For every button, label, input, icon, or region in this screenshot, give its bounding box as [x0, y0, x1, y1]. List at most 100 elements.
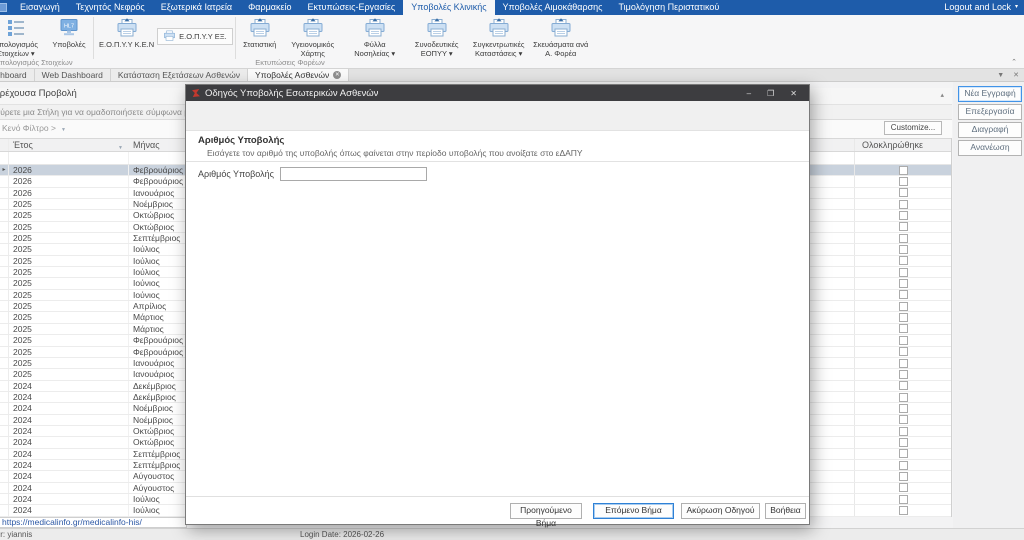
minimize-icon[interactable]: – [747, 89, 751, 98]
cell-completed [855, 301, 951, 311]
menu-item[interactable]: Εισαγωγή [12, 0, 68, 15]
completed-checkbox[interactable] [898, 267, 908, 277]
completed-checkbox[interactable] [898, 188, 908, 198]
row-indicator [0, 369, 9, 380]
cell-year: 2025 [9, 369, 129, 380]
menu-item[interactable]: Υποβολές Κλινικής [403, 0, 495, 15]
tab-list-dropdown-icon[interactable]: ▼ [997, 72, 1004, 79]
row-indicator [0, 414, 9, 425]
panel-collapse-icon[interactable]: ▴ [940, 91, 944, 99]
completed-checkbox[interactable] [898, 324, 908, 334]
cell-year: 2025 [9, 233, 129, 244]
cell-year: 2024 [9, 425, 129, 437]
tab[interactable]: Dashboard [0, 69, 35, 81]
completed-checkbox[interactable] [898, 177, 908, 187]
completed-checkbox[interactable] [898, 313, 908, 323]
completed-checkbox[interactable] [898, 256, 908, 266]
logout-caret-icon[interactable]: ▾ [1015, 0, 1024, 15]
completed-checkbox[interactable] [898, 449, 908, 459]
logout-and-lock-button[interactable]: Logout and Lock [936, 0, 1015, 15]
tab-close-icon[interactable]: ✕ [333, 71, 342, 79]
ribbon-button[interactable]: Σκευάσματα ανά Α. Φορέα [530, 15, 592, 58]
link-url[interactable]: https://medicalinfo.gr/medicalinfo-his/ [2, 518, 142, 527]
ribbon-button[interactable]: Ε.Ο.Π.Υ.Υ ΕΞ. [157, 28, 233, 45]
ribbon-button[interactable]: Υγειονομικός Χάρτης [282, 15, 344, 58]
side-button[interactable]: Επεξεργασία [958, 104, 1022, 120]
cell-year: 2025 [9, 210, 129, 221]
ribbon-button[interactable]: Φύλλα Νοσηλείας ▾ [344, 15, 406, 58]
tab[interactable]: Κατάσταση Εξετάσεων Ασθενών [110, 69, 249, 81]
completed-checkbox[interactable] [898, 403, 908, 413]
cell-year: 2025 [9, 255, 129, 267]
menu-item[interactable]: Τιμολόγηση Περιστατικού [611, 0, 728, 15]
completed-checkbox[interactable] [898, 347, 908, 357]
side-button[interactable]: Νέα Εγγραφή [958, 86, 1022, 102]
completed-checkbox[interactable] [898, 290, 908, 300]
wizard-top-strip [186, 101, 809, 130]
wizard-button[interactable]: Ακύρωση Οδηγού [681, 503, 760, 519]
filter-label[interactable]: Κενό Φίλτρο > [2, 123, 56, 133]
completed-checkbox[interactable] [898, 301, 908, 311]
completed-checkbox[interactable] [898, 437, 908, 447]
completed-checkbox[interactable] [898, 471, 908, 481]
cell-completed [855, 222, 951, 232]
submission-number-input[interactable] [279, 167, 427, 181]
customize-button[interactable]: Customize... [884, 121, 942, 135]
wizard-button[interactable]: Προηγούμενο Βήμα [510, 503, 582, 528]
ribbon-collapse-icon[interactable]: ⌃ [1011, 58, 1017, 66]
ribbon-button[interactable]: HL7 Υποβολές [47, 15, 91, 49]
completed-checkbox[interactable] [898, 358, 908, 368]
tab[interactable]: Υποβολές Ασθενών ✕ [248, 69, 350, 81]
filter-funnel-icon[interactable]: ▼ [61, 127, 66, 133]
completed-checkbox[interactable] [898, 505, 908, 515]
menu-item[interactable]: Φαρμακείο [240, 0, 299, 15]
ribbon-button[interactable]: Υπολογισμός Στοιχείων ▾ [0, 15, 47, 58]
completed-checkbox[interactable] [898, 494, 908, 504]
wizard-button[interactable]: Βοήθεια [765, 503, 806, 519]
grid-header-completed[interactable]: Ολοκληρώθηκε [855, 139, 951, 151]
completed-checkbox[interactable] [898, 426, 908, 436]
tab-close-all-icon[interactable]: ✕ [1013, 71, 1019, 79]
completed-checkbox[interactable] [898, 460, 908, 470]
close-icon[interactable]: ✕ [790, 89, 797, 98]
cell-year: 2025 [9, 323, 129, 335]
completed-checkbox[interactable] [898, 483, 908, 493]
side-button[interactable]: Διαγραφή [958, 122, 1022, 138]
completed-checkbox[interactable] [898, 233, 908, 243]
completed-checkbox[interactable] [898, 211, 908, 221]
completed-checkbox[interactable] [898, 165, 908, 175]
completed-checkbox[interactable] [898, 335, 908, 345]
row-indicator [0, 403, 9, 414]
row-indicator [0, 482, 9, 493]
grid-header-year[interactable]: Έτος ▼ [9, 139, 129, 151]
side-button[interactable]: Ανανέωση [958, 140, 1022, 156]
row-indicator [0, 380, 9, 391]
cell-year: 2025 [9, 335, 129, 346]
menu-item[interactable]: Εξωτερικά Ιατρεία [153, 0, 240, 15]
tab[interactable]: Web Dashboard [34, 69, 111, 81]
ribbon-button-label: Υπολογισμός Στοιχείων ▾ [0, 40, 39, 58]
menu-item[interactable]: Τεχνητός Νεφρός [68, 0, 153, 15]
wizard-button[interactable]: Επόμενο Βήμα [593, 503, 674, 519]
printer-icon [249, 18, 271, 40]
completed-checkbox[interactable] [898, 199, 908, 209]
column-filter-icon[interactable]: ▼ [118, 142, 123, 151]
wizard-title-bar[interactable]: Οδηγός Υποβολής Εσωτερικών Ασθενών – ❐ ✕ [186, 85, 809, 101]
menu-item[interactable]: Εκτυπώσεις-Εργασίες [300, 0, 404, 15]
completed-checkbox[interactable] [898, 415, 908, 425]
menu-item[interactable]: Υποβολές Αιμοκάθαρσης [495, 0, 611, 15]
completed-checkbox[interactable] [898, 369, 908, 379]
completed-checkbox[interactable] [898, 279, 908, 289]
cell-completed [855, 244, 951, 255]
completed-checkbox[interactable] [898, 245, 908, 255]
ribbon-button[interactable]: Ε.Ο.Π.Υ.Υ Κ.Ε.Ν [96, 15, 157, 49]
ribbon-button[interactable]: Συγκεντρωτικές Καταστάσεις ▾ [468, 15, 530, 58]
maximize-icon[interactable]: ❐ [767, 89, 774, 98]
completed-checkbox[interactable] [898, 392, 908, 402]
cell-year: 2024 [9, 493, 129, 505]
completed-checkbox[interactable] [898, 222, 908, 232]
ribbon-button[interactable]: Συνοδευτικές ΕΟΠΥΥ ▾ [406, 15, 468, 58]
completed-checkbox[interactable] [898, 381, 908, 391]
ribbon-button[interactable]: Στατιστική [238, 15, 282, 49]
printer-icon [302, 18, 324, 40]
